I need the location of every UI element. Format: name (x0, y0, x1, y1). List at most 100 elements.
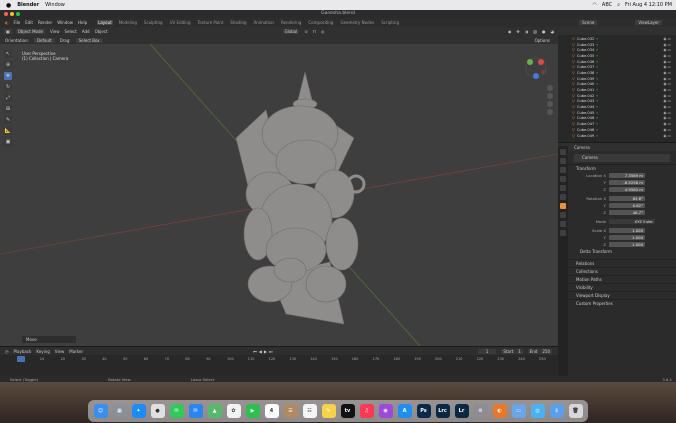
visibility-eye-icon[interactable]: ◉ ▭ (663, 54, 671, 58)
measure-tool-icon[interactable]: 📐 (4, 127, 12, 135)
outliner-item[interactable]: ▽ Cube.049 ▿ ◉ ▭ (558, 133, 676, 139)
visibility-eye-icon[interactable]: ◉ ▭ (663, 37, 671, 41)
dock-app-reminders[interactable]: ☷ (302, 404, 317, 418)
tab-modeling[interactable]: Modeling (118, 20, 138, 25)
dock-app-settings[interactable]: ⚙ (473, 404, 488, 418)
dock-app-blender[interactable]: ◐ (492, 404, 507, 418)
wifi-icon[interactable]: ◠ (593, 2, 597, 8)
visibility-eye-icon[interactable]: ◉ ▭ (663, 71, 671, 75)
snap-icon[interactable]: ⊓ (313, 29, 316, 34)
scene-tab-icon[interactable] (560, 185, 566, 191)
dock-app-messages[interactable]: ✉ (169, 404, 184, 418)
scale-tool-icon[interactable]: ⤢ (4, 94, 12, 102)
dock-app-trash[interactable]: 🗑 (568, 404, 583, 418)
cursor-tool-icon[interactable]: ⊕ (4, 61, 12, 69)
dock-app-chrome[interactable]: ● (150, 404, 165, 418)
world-tab-icon[interactable] (560, 194, 566, 200)
motion-paths-section[interactable]: Motion Paths (558, 275, 676, 283)
collections-section[interactable]: Collections (558, 267, 676, 275)
dock-app-photoshop[interactable]: Ps (416, 404, 431, 418)
visibility-eye-icon[interactable]: ◉ ▭ (663, 134, 671, 138)
annotate-tool-icon[interactable]: ✎ (4, 116, 12, 124)
zoom-button[interactable] (16, 12, 20, 16)
object-name-field[interactable]: Camera (574, 154, 670, 162)
viewlayer-selector[interactable]: ViewLayer (635, 20, 662, 25)
visibility-eye-icon[interactable]: ◉ ▭ (663, 116, 671, 120)
visibility-eye-icon[interactable]: ◉ ▭ (663, 88, 671, 92)
search-icon[interactable]: ⌕ (617, 2, 620, 8)
xray-icon[interactable]: ▧ (533, 29, 537, 34)
shading-solid-icon[interactable]: ● (542, 29, 546, 34)
dock-app-launchpad[interactable]: ▦ (112, 404, 127, 418)
add-cube-tool-icon[interactable]: ▣ (4, 138, 12, 146)
menu-blender[interactable]: Blender (17, 2, 39, 8)
tool-tab-icon[interactable] (560, 149, 566, 155)
dock-app-browser[interactable]: ◎ (530, 404, 545, 418)
visibility-eye-icon[interactable]: ◉ ▭ (663, 128, 671, 132)
menu-window[interactable]: Window (57, 20, 73, 25)
visibility-eye-icon[interactable]: ◉ ▭ (663, 111, 671, 115)
options-dropdown[interactable]: Options (535, 38, 550, 43)
visibility-eye-icon[interactable]: ◉ ▭ (663, 43, 671, 47)
constraints-tab-icon[interactable] (560, 221, 566, 227)
dock-app-lightroom[interactable]: Lr (454, 404, 469, 418)
menu-view[interactable]: View (50, 29, 60, 34)
rotation-x-field[interactable]: 63.6° (609, 196, 645, 201)
end-frame-field[interactable]: 250 (540, 348, 552, 354)
jump-end-icon[interactable]: ⏭ (269, 349, 273, 354)
dock-app-music[interactable]: ♫ (359, 404, 374, 418)
shading-material-icon[interactable]: ◕ (551, 29, 555, 34)
dock-app-photos[interactable]: ✿ (226, 404, 241, 418)
rotate-tool-icon[interactable]: ↻ (4, 83, 12, 91)
menu-window[interactable]: Window (45, 2, 65, 8)
visibility-eye-icon[interactable]: ◉ ▭ (663, 122, 671, 126)
location-z-field[interactable]: 4.9583 m (609, 187, 645, 192)
mode-selector[interactable]: Object Mode (15, 29, 45, 34)
tab-sculpting[interactable]: Sculpting (143, 20, 164, 25)
tab-shading[interactable]: Shading (229, 20, 247, 25)
render-tab-icon[interactable] (560, 158, 566, 164)
visibility-eye-icon[interactable]: ◉ ▭ (663, 82, 671, 86)
tab-animation[interactable]: Animation (253, 20, 275, 25)
dock-app-downloads[interactable]: ⇩ (549, 404, 564, 418)
object-tab-icon[interactable] (560, 203, 566, 209)
menu-marker[interactable]: Marker (69, 349, 83, 354)
transform-panel-header[interactable]: Transform (558, 164, 676, 172)
delta-transform-section[interactable]: Delta Transform (558, 248, 676, 255)
custom-properties-section[interactable]: Custom Properties (558, 299, 676, 307)
3d-viewport[interactable]: User Perspective (1) Collection | Camera… (0, 44, 558, 346)
blender-logo-icon[interactable]: ◐ (5, 20, 9, 25)
minimize-button[interactable] (10, 12, 14, 16)
data-tab-icon[interactable] (560, 230, 566, 236)
input-source[interactable]: ABC (602, 2, 612, 8)
orientation-dropdown[interactable]: Default (33, 37, 55, 43)
visibility-eye-icon[interactable]: ◉ ▭ (663, 77, 671, 81)
dock-app-lightroom-classic[interactable]: Lrc (435, 404, 450, 418)
menu-file[interactable]: File (14, 20, 21, 25)
location-y-field[interactable]: -6.9258 m (609, 180, 645, 185)
menu-select[interactable]: Select (64, 29, 76, 34)
play-icon[interactable]: ▶ (264, 349, 267, 354)
close-button[interactable] (4, 12, 8, 16)
menu-edit[interactable]: Edit (25, 20, 33, 25)
playhead[interactable] (17, 356, 25, 362)
visibility-eye-icon[interactable]: ◉ ▭ (663, 105, 671, 109)
menu-view[interactable]: View (55, 349, 65, 354)
scale-z-field[interactable]: 1.000 (609, 242, 645, 247)
move-tool-icon[interactable]: ✥ (4, 72, 12, 80)
rotation-mode-dropdown[interactable]: XYZ Euler (609, 219, 655, 224)
scale-x-field[interactable]: 1.000 (609, 228, 645, 233)
menu-playback[interactable]: Playback (14, 349, 32, 354)
menu-object[interactable]: Object (95, 29, 108, 34)
visibility-eye-icon[interactable]: ◉ ▭ (663, 48, 671, 52)
overlay-icon[interactable]: ◑ (525, 29, 529, 34)
play-reverse-icon[interactable]: ◀ (259, 349, 262, 354)
dock-app-safari[interactable]: ✦ (131, 404, 146, 418)
dock-app-app-store[interactable]: A (397, 404, 412, 418)
tab-compositing[interactable]: Compositing (307, 20, 334, 25)
rotation-y-field[interactable]: 0.62° (609, 203, 645, 208)
dock-app-podcasts[interactable]: ◉ (378, 404, 393, 418)
pivot-icon[interactable]: ⊙ (304, 29, 307, 34)
menu-add[interactable]: Add (82, 29, 90, 34)
jump-start-icon[interactable]: ⏮ (253, 349, 257, 354)
